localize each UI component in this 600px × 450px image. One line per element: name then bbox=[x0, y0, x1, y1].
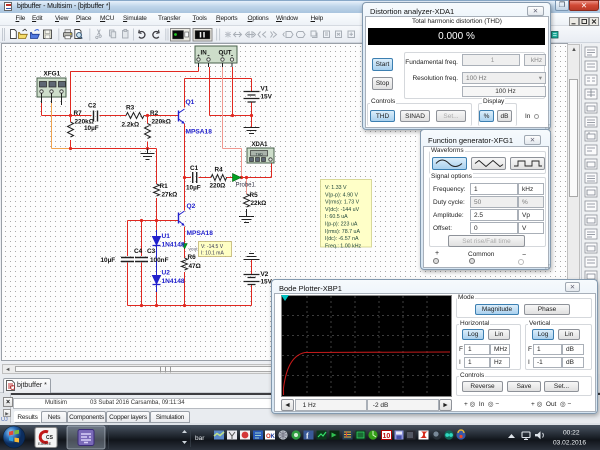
svg-text:U1: U1 bbox=[162, 233, 171, 240]
svg-text:V(dc): -144 uV: V(dc): -144 uV bbox=[325, 207, 360, 213]
svg-text:XDA1: XDA1 bbox=[252, 142, 269, 148]
svg-text:220Ω: 220Ω bbox=[210, 183, 226, 190]
svg-text:V2: V2 bbox=[261, 271, 269, 278]
svg-text:R7: R7 bbox=[74, 110, 83, 117]
svg-text:Q1: Q1 bbox=[186, 99, 195, 106]
svg-text:I(rms): 78.7 uA: I(rms): 78.7 uA bbox=[325, 229, 360, 235]
svg-text:f: f bbox=[306, 432, 309, 441]
svg-text:K: K bbox=[271, 434, 276, 440]
svg-text:V1: V1 bbox=[261, 86, 269, 93]
svg-text:100nF: 100nF bbox=[150, 257, 169, 264]
svg-text:V(p-p): 4.90 V: V(p-p): 4.90 V bbox=[325, 192, 358, 198]
svg-text:R2: R2 bbox=[150, 110, 159, 117]
svg-text:03.02.2016: 03.02.2016 bbox=[553, 440, 586, 447]
svg-text:I(dc): -6.57 nA: I(dc): -6.57 nA bbox=[325, 236, 359, 242]
svg-text:00:22: 00:22 bbox=[563, 430, 580, 437]
svg-text:C4: C4 bbox=[134, 248, 143, 255]
svg-text:IN: IN bbox=[201, 50, 208, 57]
svg-text:I(p-p): 223 uA: I(p-p): 223 uA bbox=[325, 222, 358, 228]
svg-text:XFG1: XFG1 bbox=[44, 71, 61, 78]
svg-text:MPSA18: MPSA18 bbox=[187, 230, 214, 237]
svg-text:Probe1: Probe1 bbox=[236, 183, 256, 189]
svg-text:U2: U2 bbox=[162, 270, 171, 277]
svg-text:V(rms): 1.73 V: V(rms): 1.73 V bbox=[325, 200, 360, 206]
svg-text:bar: bar bbox=[195, 435, 205, 442]
svg-text:1N4148: 1N4148 bbox=[162, 242, 185, 249]
svg-text:C3: C3 bbox=[147, 248, 156, 255]
svg-text:220kΩ: 220kΩ bbox=[75, 119, 94, 126]
svg-text:1N4148: 1N4148 bbox=[162, 278, 185, 285]
svg-text:I: 10.1 mA: I: 10.1 mA bbox=[201, 251, 224, 257]
svg-text:R5: R5 bbox=[250, 192, 259, 199]
svg-text:OUT: OUT bbox=[219, 50, 232, 57]
svg-text:I: 60.5 uA: I: 60.5 uA bbox=[325, 214, 348, 220]
svg-text:47Ω: 47Ω bbox=[189, 263, 201, 270]
svg-text:10: 10 bbox=[383, 433, 391, 440]
svg-text:R4: R4 bbox=[215, 167, 224, 174]
svg-text:10µF: 10µF bbox=[101, 257, 116, 264]
svg-text:THD: THD bbox=[256, 153, 264, 157]
svg-text:EAGLE: EAGLE bbox=[38, 441, 52, 446]
svg-text:vout: vout bbox=[189, 247, 199, 253]
svg-text:C1: C1 bbox=[190, 165, 199, 172]
svg-text:V: -14.5 V: V: -14.5 V bbox=[201, 244, 224, 250]
svg-text:MPSA18: MPSA18 bbox=[186, 129, 213, 136]
svg-text:Q2: Q2 bbox=[187, 203, 196, 210]
svg-text:27kΩ: 27kΩ bbox=[162, 192, 178, 199]
svg-text:220kΩ: 220kΩ bbox=[152, 119, 171, 126]
svg-text:15V: 15V bbox=[261, 94, 273, 101]
svg-text:R1: R1 bbox=[160, 183, 169, 190]
svg-text:Freq.: 1.00 kHz: Freq.: 1.00 kHz bbox=[325, 243, 362, 249]
svg-text:2.2kΩ: 2.2kΩ bbox=[122, 122, 140, 129]
svg-text:C2: C2 bbox=[88, 103, 97, 110]
svg-text:10µF: 10µF bbox=[186, 185, 201, 192]
svg-text:22kΩ: 22kΩ bbox=[251, 200, 267, 207]
svg-text:10µF: 10µF bbox=[84, 125, 99, 132]
svg-text:R3: R3 bbox=[126, 105, 135, 112]
svg-text:R6: R6 bbox=[188, 254, 197, 261]
svg-text:V: 1.33 V: V: 1.33 V bbox=[325, 185, 347, 191]
